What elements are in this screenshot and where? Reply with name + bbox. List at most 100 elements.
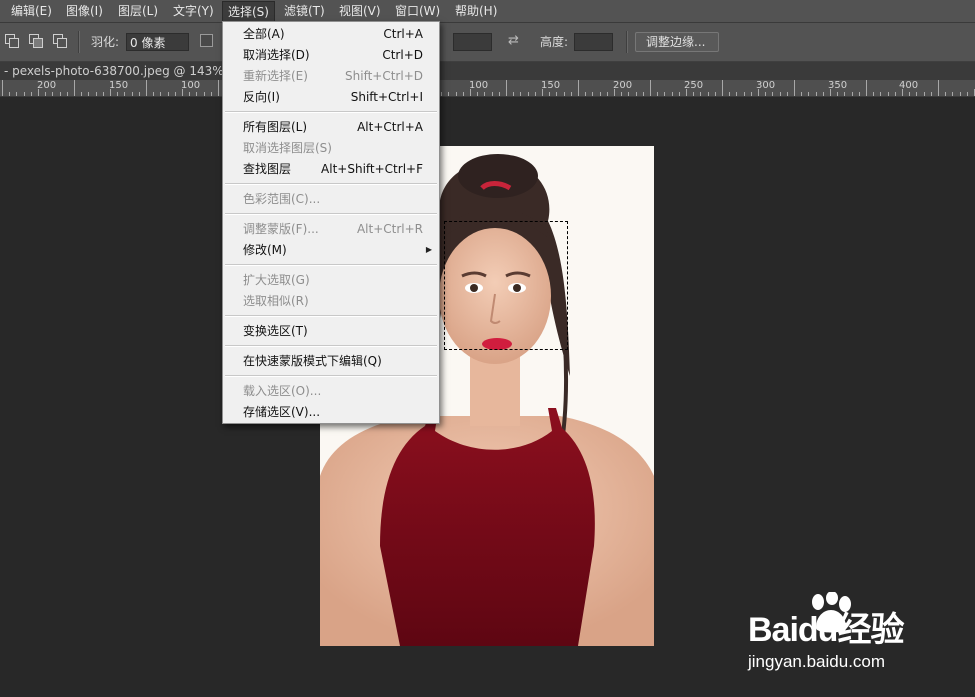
menu-item-select-all[interactable]: 全部(A) Ctrl+A — [223, 24, 439, 44]
ruler-tick — [528, 92, 529, 96]
ruler-tick — [520, 92, 521, 96]
ruler-tick — [945, 92, 946, 96]
intersect-selection-icon[interactable] — [53, 34, 67, 48]
menu-select[interactable]: 选择(S) — [222, 1, 275, 23]
document-tab[interactable]: - pexels-photo-638700.jpeg @ 143%(RG — [0, 62, 975, 80]
ruler-tick — [2, 80, 3, 96]
ruler-tick — [816, 92, 817, 96]
ruler-tick — [204, 92, 205, 96]
menu-item-inverse[interactable]: 反向(I) Shift+Ctrl+I — [223, 87, 439, 107]
menu-item-modify[interactable]: 修改(M) ▶ — [223, 240, 439, 260]
ruler-label: 200 — [613, 80, 633, 91]
menu-item-transform-selection[interactable]: 变换选区(T) — [223, 321, 439, 341]
ruler-tick — [960, 92, 961, 96]
ruler-tick — [967, 92, 968, 96]
separator — [626, 31, 628, 53]
ruler-tick — [700, 92, 701, 96]
ruler-tick — [463, 92, 464, 96]
selection-marquee[interactable] — [444, 221, 568, 350]
ruler-tick — [780, 92, 781, 96]
ruler-tick — [916, 92, 917, 96]
menu-item-find-layers[interactable]: 查找图层 Alt+Shift+Ctrl+F — [223, 159, 439, 179]
ruler-tick — [952, 92, 953, 96]
ruler-tick — [132, 92, 133, 96]
ruler-tick — [823, 92, 824, 96]
ruler-tick — [38, 89, 39, 96]
ruler-tick — [938, 80, 939, 96]
ruler-tick — [146, 80, 147, 96]
ruler-tick — [110, 89, 111, 96]
ruler-tick — [837, 92, 838, 96]
ruler-label: 200 — [37, 80, 57, 91]
ruler-tick — [81, 92, 82, 96]
menu-item-similar: 选取相似(R) — [243, 294, 309, 308]
ruler-tick — [931, 92, 932, 96]
menu-divider — [225, 111, 437, 113]
ruler-tick — [801, 92, 802, 96]
ruler-tick — [844, 92, 845, 96]
menu-item-save-selection[interactable]: 存储选区(V)... — [223, 402, 439, 422]
ruler-tick — [715, 92, 716, 96]
watermark-url: jingyan.baidu.com — [748, 652, 886, 671]
height-input[interactable] — [574, 33, 613, 51]
ruler-tick — [895, 92, 896, 96]
separator — [78, 31, 80, 53]
ruler-tick — [506, 80, 507, 96]
menu-item-all-layers[interactable]: 所有图层(L) Alt+Ctrl+A — [223, 117, 439, 137]
ruler-tick — [542, 89, 543, 96]
ruler-tick — [592, 92, 593, 96]
ruler-tick — [441, 92, 442, 96]
menu-window[interactable]: 窗口(W) — [390, 0, 445, 22]
ruler-tick — [175, 92, 176, 96]
ruler-tick — [765, 92, 766, 96]
ruler-tick — [614, 89, 615, 96]
menu-layer[interactable]: 图层(L) — [113, 0, 163, 22]
menu-item-deselect[interactable]: 取消选择(D) Ctrl+D — [223, 45, 439, 65]
ruler-tick — [578, 80, 579, 96]
ruler-tick — [160, 92, 161, 96]
subtract-from-selection-icon[interactable] — [29, 34, 43, 48]
menu-view[interactable]: 视图(V) — [334, 0, 386, 22]
ruler-tick — [852, 92, 853, 96]
options-bar: 羽化: 0 像素 ⇄ 高度: 调整边缘... — [0, 23, 975, 62]
menu-edit[interactable]: 编辑(E) — [6, 0, 57, 22]
menu-item-quick-mask[interactable]: 在快速蒙版模式下编辑(Q) — [223, 351, 439, 371]
ruler-tick — [859, 92, 860, 96]
ruler-tick — [866, 80, 867, 96]
ruler-tick — [88, 92, 89, 96]
anti-alias-checkbox[interactable] — [200, 34, 213, 47]
menu-image[interactable]: 图像(I) — [61, 0, 108, 22]
horizontal-ruler[interactable]: 200 150 100 100 150 200 250 300 350 400 — [0, 80, 975, 97]
ruler-tick — [211, 92, 212, 96]
ruler-tick — [484, 92, 485, 96]
ruler-tick — [679, 92, 680, 96]
menu-help[interactable]: 帮助(H) — [450, 0, 502, 22]
ruler-tick — [499, 92, 500, 96]
submenu-arrow-icon: ▶ — [425, 245, 432, 254]
menu-item-color-range: 色彩范围(C)... — [243, 192, 321, 206]
ruler-tick — [571, 92, 572, 96]
width-input[interactable] — [453, 33, 492, 51]
ruler-tick — [16, 92, 17, 96]
ruler-tick — [722, 80, 723, 96]
add-to-selection-icon[interactable] — [5, 34, 19, 48]
menu-filter[interactable]: 滤镜(T) — [279, 0, 330, 22]
ruler-tick — [168, 92, 169, 96]
menu-type[interactable]: 文字(Y) — [168, 0, 219, 22]
swap-icon[interactable]: ⇄ — [508, 33, 519, 48]
menu-divider — [225, 375, 437, 377]
document-title: - pexels-photo-638700.jpeg @ 143%(RG — [4, 64, 246, 78]
ruler-tick — [60, 92, 61, 96]
menu-item-deselect-layers: 取消选择图层(S) — [243, 141, 332, 155]
feather-input[interactable]: 0 像素 — [126, 33, 189, 51]
ruler-label: 100 — [181, 80, 201, 91]
feather-label: 羽化: — [91, 35, 120, 49]
ruler-tick — [31, 92, 32, 96]
refine-edge-button[interactable]: 调整边缘... — [635, 32, 719, 52]
ruler-tick — [218, 80, 219, 96]
ruler-tick — [664, 92, 665, 96]
menu-divider — [225, 345, 437, 347]
ruler-label: 150 — [541, 80, 561, 91]
ruler-tick — [636, 92, 637, 96]
ruler-tick — [880, 92, 881, 96]
